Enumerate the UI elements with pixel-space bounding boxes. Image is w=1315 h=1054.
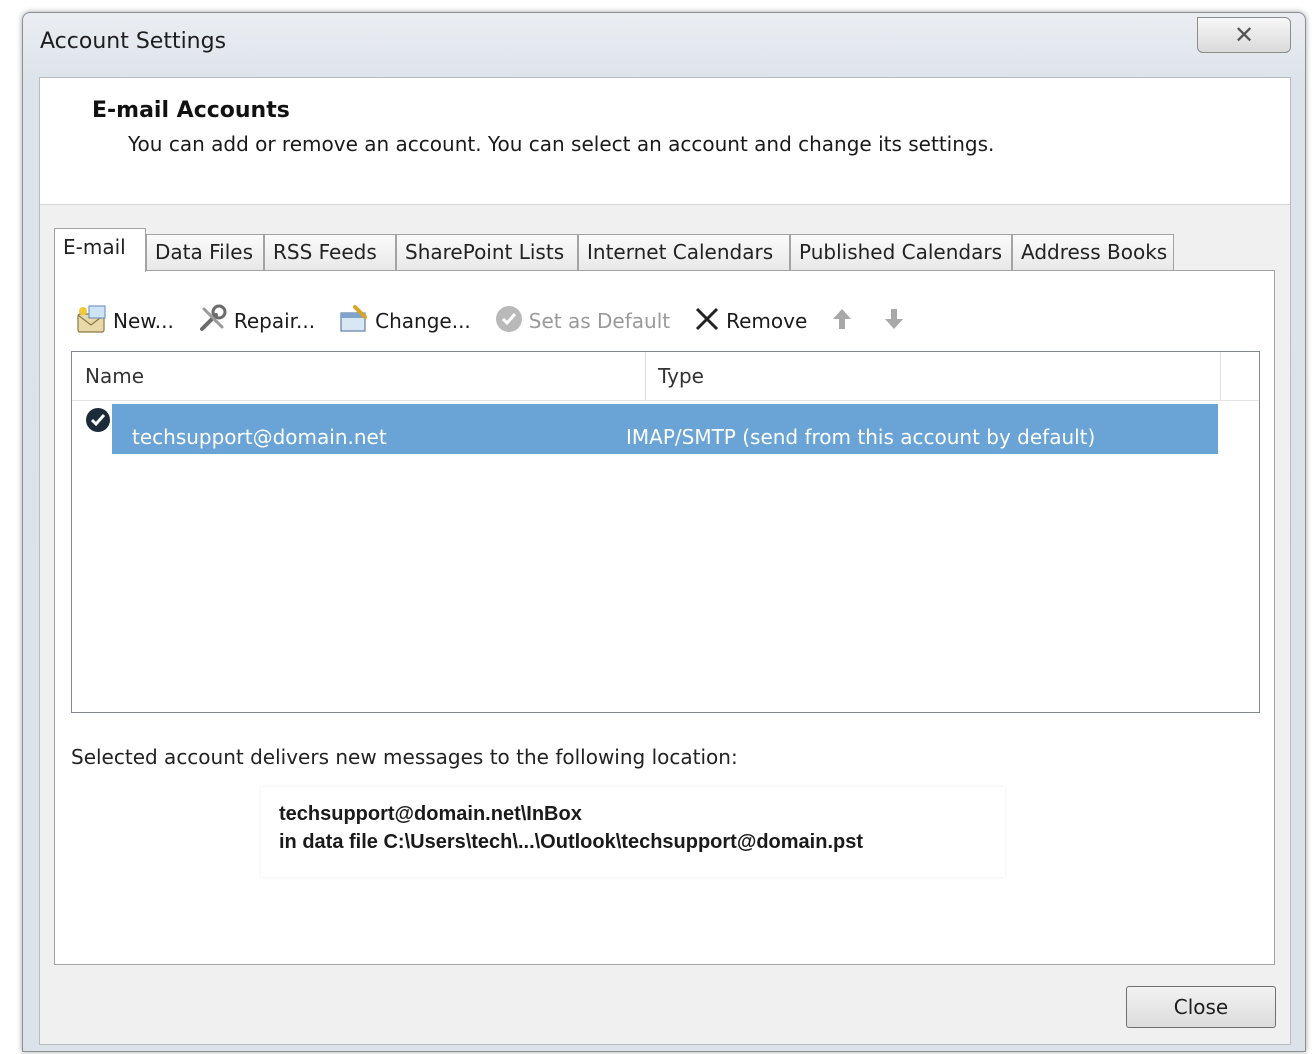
window-close-button[interactable]: ✕	[1197, 17, 1291, 53]
delivery-data-file: in data file C:\Users\tech\...\Outlook\t…	[279, 831, 864, 853]
tab-sharepoint-lists[interactable]: SharePoint Lists	[396, 234, 578, 270]
account-type-cell: IMAP/SMTP (send from this account by def…	[626, 425, 1096, 449]
account-name-cell: techsupport@domain.net	[132, 425, 387, 449]
close-button[interactable]: Close	[1126, 986, 1276, 1028]
delivery-location-label: Selected account delivers new messages t…	[71, 745, 738, 769]
tab-address-books[interactable]: Address Books	[1012, 234, 1174, 270]
change-label: Change...	[375, 309, 471, 333]
section-title: E-mail Accounts	[92, 98, 290, 123]
arrow-down-icon	[881, 303, 907, 340]
accounts-list[interactable]: Name Type techsupport@domain.net IMAP/SM…	[71, 351, 1260, 713]
table-row[interactable]: techsupport@domain.net IMAP/SMTP (send f…	[112, 404, 1218, 454]
check-circle-icon	[493, 303, 525, 340]
column-header-name[interactable]: Name	[72, 352, 646, 400]
delivery-location-box: techsupport@domain.net\InBox in data fil…	[261, 787, 1005, 877]
column-header-type[interactable]: Type	[646, 352, 1221, 400]
move-up-button[interactable]	[829, 303, 859, 340]
tab-internet-calendars[interactable]: Internet Calendars	[578, 234, 790, 270]
email-tab-panel: New... Repair... Change... Set as Defaul…	[54, 270, 1275, 965]
account-settings-dialog: Account Settings ✕ E-mail Accounts You c…	[22, 12, 1306, 1052]
new-mail-icon	[75, 303, 109, 340]
tab-published-calendars[interactable]: Published Calendars	[790, 234, 1012, 270]
tab-strip: E-mail Data Files RSS Feeds SharePoint L…	[54, 228, 1210, 272]
delivery-folder: techsupport@domain.net\InBox	[279, 803, 582, 825]
list-header: Name Type	[72, 352, 1259, 401]
arrow-up-icon	[829, 303, 855, 340]
header-band: E-mail Accounts You can add or remove an…	[40, 78, 1290, 205]
dialog-title: Account Settings	[40, 29, 227, 54]
tab-rss-feeds[interactable]: RSS Feeds	[264, 234, 396, 270]
change-button[interactable]: Change...	[337, 303, 471, 340]
accounts-toolbar: New... Repair... Change... Set as Defaul…	[75, 301, 933, 341]
move-down-button[interactable]	[881, 303, 911, 340]
remove-button[interactable]: Remove	[692, 303, 807, 340]
dialog-client-area: E-mail Accounts You can add or remove an…	[39, 77, 1291, 1045]
repair-label: Repair...	[233, 309, 316, 333]
new-label: New...	[113, 309, 174, 333]
close-icon: ✕	[1233, 21, 1255, 49]
remove-label: Remove	[726, 309, 808, 333]
default-account-check-icon	[84, 406, 112, 434]
change-settings-icon	[337, 303, 371, 340]
set-as-default-label: Set as Default	[528, 309, 671, 333]
remove-x-icon	[692, 303, 722, 340]
tab-data-files[interactable]: Data Files	[146, 234, 264, 270]
new-account-button[interactable]: New...	[75, 303, 174, 340]
section-description: You can add or remove an account. You ca…	[128, 132, 995, 156]
set-as-default-button[interactable]: Set as Default	[493, 303, 670, 340]
repair-button[interactable]: Repair...	[196, 303, 315, 340]
tab-email[interactable]: E-mail	[54, 228, 146, 272]
wrench-icon	[196, 303, 230, 340]
